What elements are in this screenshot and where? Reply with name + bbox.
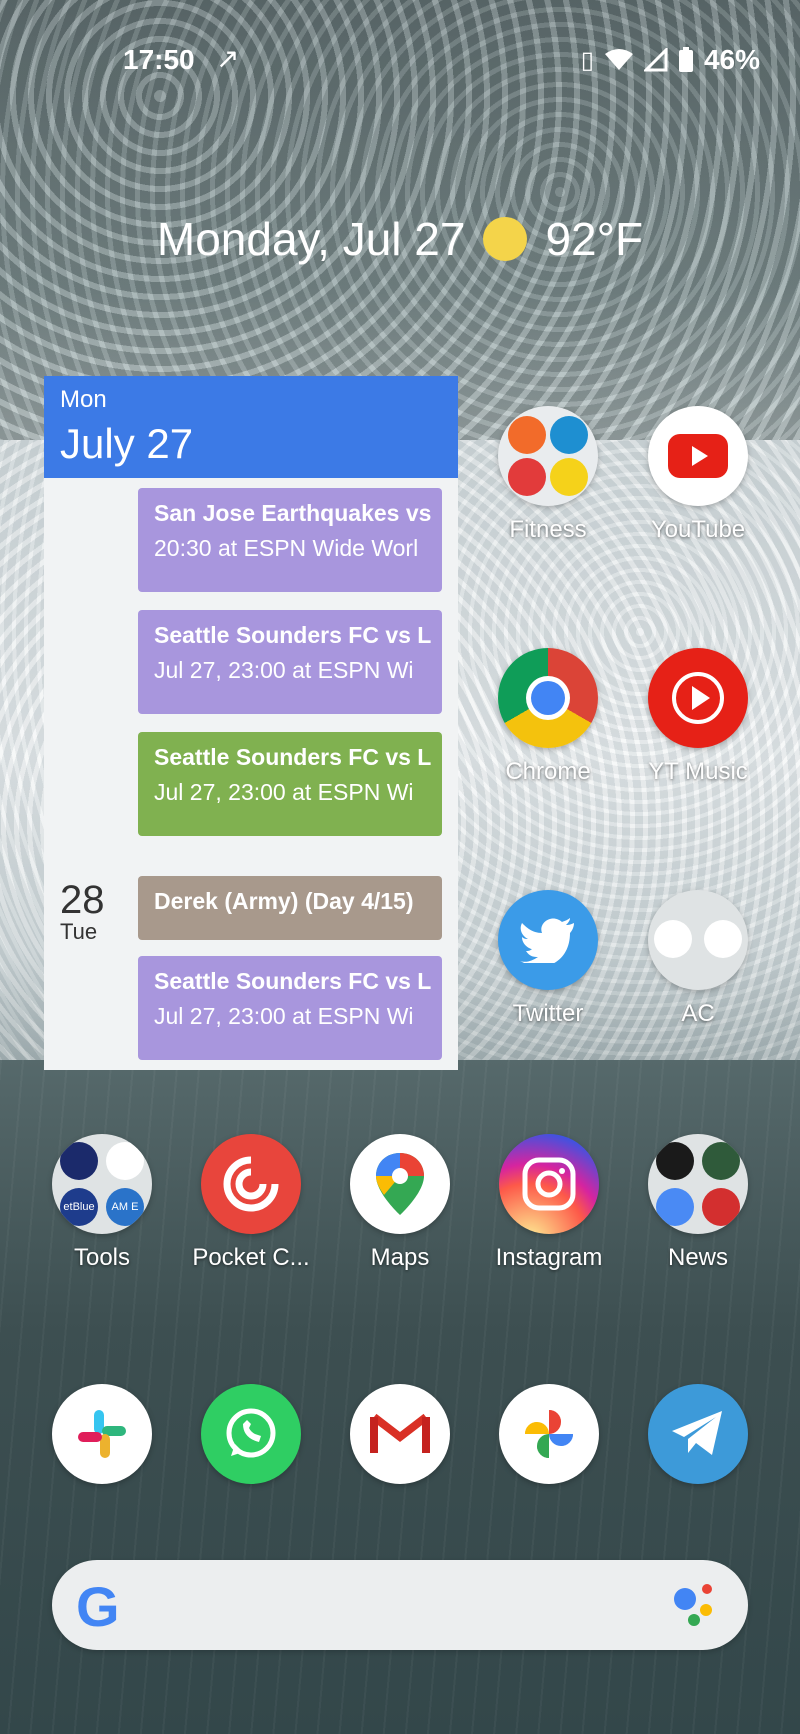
telegram-icon <box>648 1384 748 1484</box>
calendar-event[interactable]: San Jose Earthquakes vs 20:30 at ESPN Wi… <box>138 488 442 592</box>
app-telegram[interactable] <box>638 1384 758 1484</box>
youtube-icon <box>648 406 748 506</box>
vibrate-icon: ▯ <box>580 46 594 74</box>
maps-icon <box>350 1134 450 1234</box>
app-label: Twitter <box>512 1000 584 1027</box>
event-detail: Jul 27, 23:00 at ESPN Wi <box>154 779 414 805</box>
app-pocket-casts[interactable]: Pocket C... <box>191 1134 311 1272</box>
event-detail: Jul 27, 23:00 at ESPN Wi <box>154 1003 414 1029</box>
trend-icon: ↗ <box>216 43 240 74</box>
espn-icon <box>702 1188 740 1226</box>
app-label: Maps <box>370 1244 430 1271</box>
battery-percent: 46% <box>703 44 760 75</box>
calendar-header-date: July 27 <box>60 420 194 467</box>
app-youtube[interactable]: YouTube <box>638 406 758 544</box>
event-title: San Jose Earthquakes vs <box>154 500 432 526</box>
pocket-casts-icon <box>201 1134 301 1234</box>
status-bar: 17:50 ↗ ▯ 46% <box>0 40 800 84</box>
app-whatsapp[interactable] <box>191 1384 311 1484</box>
calendar-next-day: 28 Tue <box>60 878 105 945</box>
glance-temperature[interactable]: 92°F <box>545 212 643 266</box>
ac-folder-icon <box>648 890 748 990</box>
tools-folder-icon: etBlue AM E <box>52 1134 152 1234</box>
app-slack[interactable] <box>42 1384 162 1484</box>
signal-icon <box>643 48 668 72</box>
event-detail: Jul 27, 23:00 at ESPN Wi <box>154 657 414 683</box>
status-icons: ▯ 46% <box>581 44 760 76</box>
airtable-icon <box>654 920 692 958</box>
app-gmail[interactable] <box>340 1384 460 1484</box>
app-yt-music[interactable]: YT Music <box>638 648 758 786</box>
plant-app-icon <box>704 920 742 958</box>
app-photos[interactable] <box>489 1384 609 1484</box>
calendar-header-dow: Mon <box>60 386 107 413</box>
event-detail: 20:30 at ESPN Wide Worl <box>154 535 419 561</box>
calendar-header[interactable]: Mon July 27 <box>44 376 458 478</box>
status-time: 17:50 <box>123 44 195 75</box>
app-tools-folder[interactable]: etBlue AM E Tools <box>42 1134 162 1272</box>
battery-icon <box>678 47 693 72</box>
app-fitness-folder[interactable]: Fitness <box>488 406 608 544</box>
calendar-event[interactable]: Seattle Sounders FC vs L Jul 27, 23:00 a… <box>138 956 442 1060</box>
yt-music-icon <box>648 648 748 748</box>
wifi-icon <box>604 49 633 70</box>
app-instagram[interactable]: Instagram <box>489 1134 609 1272</box>
twitter-icon <box>498 890 598 990</box>
mls-icon <box>656 1142 694 1180</box>
gmail-icon <box>350 1384 450 1484</box>
next-day-number: 28 <box>60 878 105 922</box>
assistant-icon[interactable] <box>674 1584 722 1628</box>
sun-icon <box>483 217 528 261</box>
app-news-folder[interactable]: News <box>638 1134 758 1272</box>
peloton-icon <box>508 458 546 496</box>
app-label: Instagram <box>495 1244 603 1271</box>
slack-icon <box>52 1384 152 1484</box>
fitness-folder-icon <box>498 406 598 506</box>
app-chrome[interactable]: Chrome <box>488 648 608 786</box>
app-maps[interactable]: Maps <box>340 1134 460 1272</box>
amex-icon: AM E <box>106 1188 144 1226</box>
whatsapp-icon <box>201 1384 301 1484</box>
app-label: Pocket C... <box>192 1244 310 1271</box>
sounders-icon <box>702 1142 740 1180</box>
google-logo-icon[interactable]: G <box>76 1574 120 1639</box>
google-news-icon <box>656 1188 694 1226</box>
event-title: Seattle Sounders FC vs L <box>154 744 432 770</box>
news-folder-icon <box>648 1134 748 1234</box>
calendar-event[interactable]: Derek (Army) (Day 4/15) <box>138 876 442 940</box>
at-a-glance-widget[interactable]: Monday, Jul 27 92°F <box>0 212 800 266</box>
app-twitter[interactable]: Twitter <box>488 890 608 1028</box>
bank-flag-icon <box>106 1142 144 1180</box>
app-ac-folder[interactable]: AC <box>638 890 758 1028</box>
app-label: YouTube <box>650 516 746 543</box>
jetblue-icon: etBlue <box>60 1188 98 1226</box>
photos-icon <box>499 1384 599 1484</box>
app-label: Chrome <box>505 758 591 785</box>
app-label: News <box>667 1244 728 1271</box>
calendar-event[interactable]: Seattle Sounders FC vs L Jul 27, 23:00 a… <box>138 732 442 836</box>
event-title: Seattle Sounders FC vs L <box>154 622 432 648</box>
soul-icon <box>550 458 588 496</box>
app-label: AC <box>681 1000 715 1027</box>
app-label: Fitness <box>509 516 587 543</box>
google-search-bar[interactable]: G <box>52 1560 748 1650</box>
strava-icon <box>508 416 546 454</box>
calendar-event[interactable]: Seattle Sounders FC vs L Jul 27, 23:00 a… <box>138 610 442 714</box>
delta-icon <box>60 1142 98 1180</box>
event-title: Derek (Army) (Day 4/15) <box>154 888 414 914</box>
glance-date[interactable]: Monday, Jul 27 <box>157 212 466 266</box>
calendar-widget[interactable]: Mon July 27 San Jose Earthquakes vs 20:3… <box>44 376 458 1070</box>
app-label: YT Music <box>648 758 748 785</box>
fitness-app-icon <box>550 416 588 454</box>
chrome-icon <box>498 648 598 748</box>
app-label: Tools <box>73 1244 131 1271</box>
instagram-icon <box>499 1134 599 1234</box>
event-title: Seattle Sounders FC vs L <box>154 968 432 994</box>
